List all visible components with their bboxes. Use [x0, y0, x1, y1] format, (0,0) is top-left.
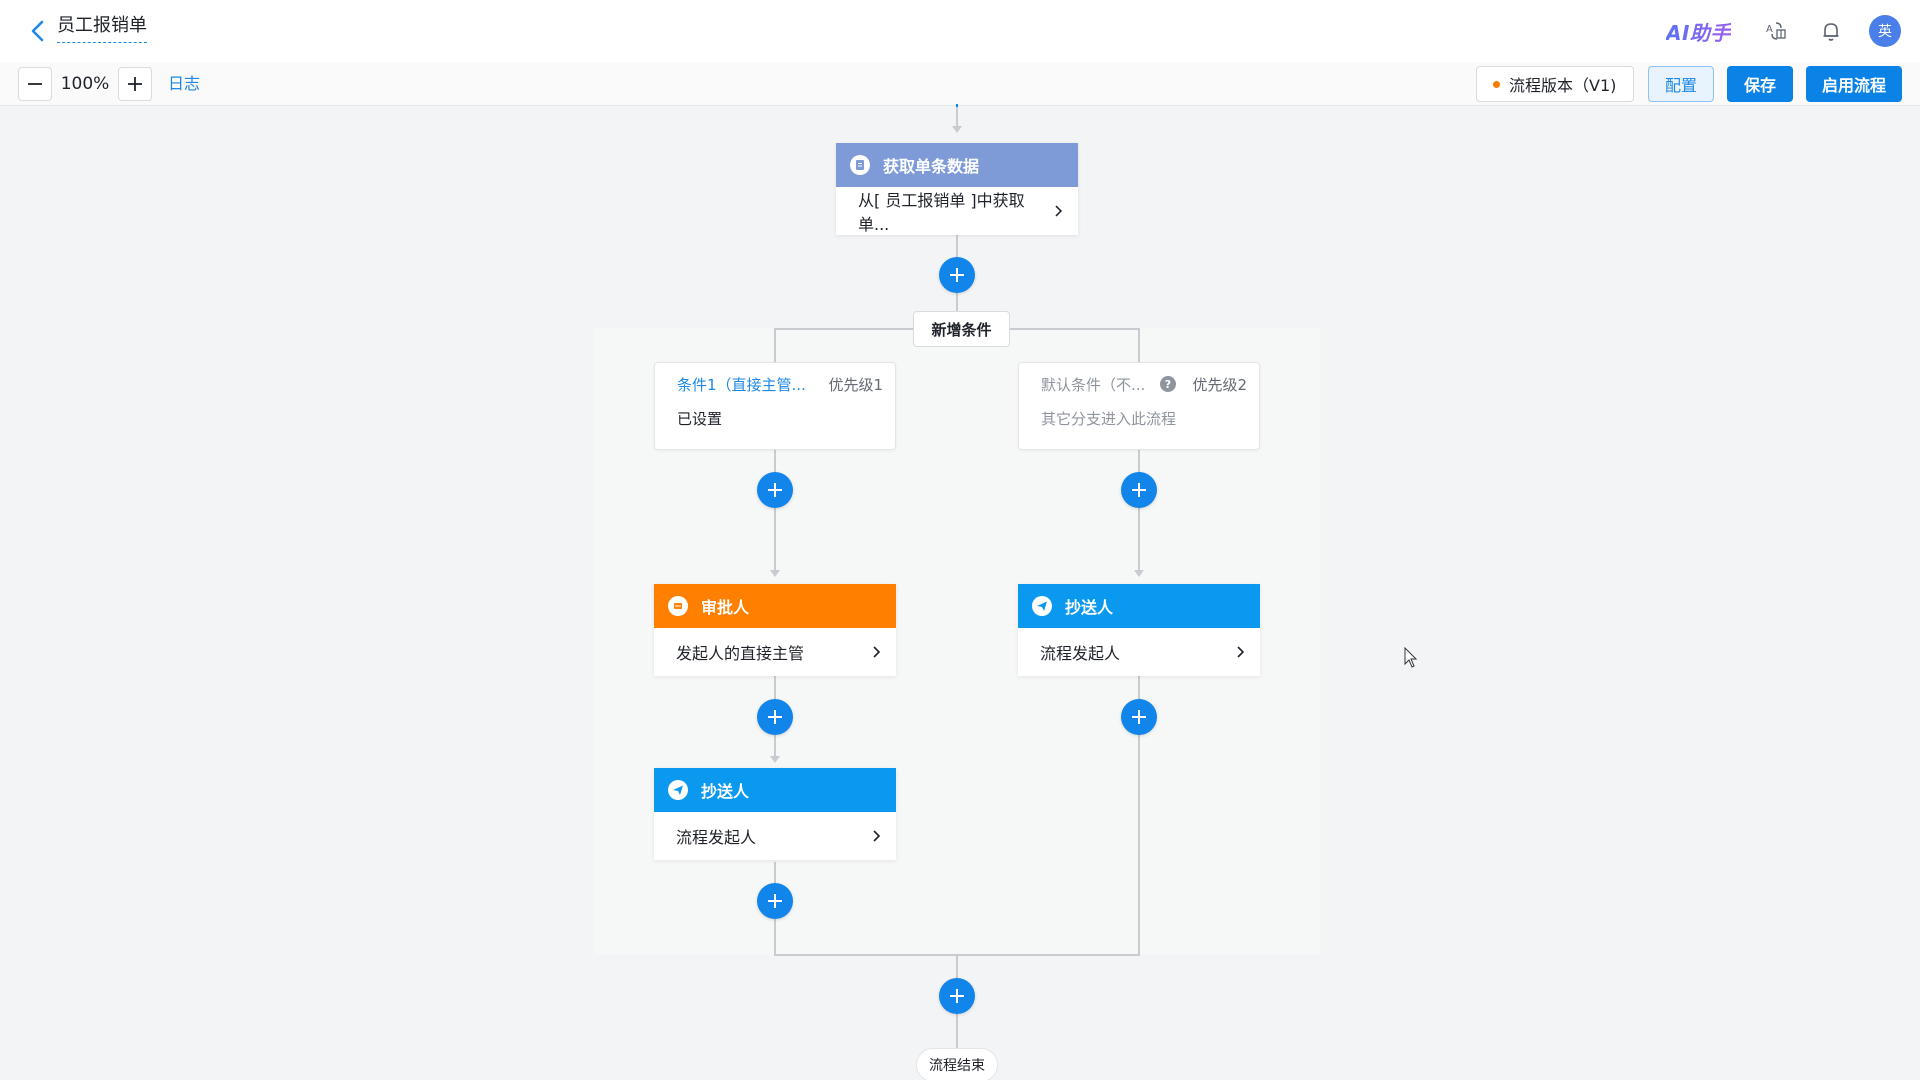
cc-node-body[interactable]: 流程发起人 — [1018, 628, 1260, 676]
version-status-dot — [1493, 80, 1500, 88]
plus-icon — [950, 989, 964, 1003]
stamp-icon — [668, 596, 688, 616]
plus-icon — [950, 268, 964, 282]
config-button[interactable]: 配置 — [1648, 66, 1714, 102]
get-data-node-title: 获取单条数据 — [883, 157, 980, 176]
cc-node-body[interactable]: 流程发起人 — [654, 812, 896, 860]
arrow-down-icon — [1134, 570, 1144, 577]
avatar[interactable]: 英 — [1869, 15, 1901, 47]
send-icon — [668, 780, 688, 800]
cc-node-title: 抄送人 — [701, 782, 750, 801]
plus-icon — [1132, 710, 1146, 724]
add-condition-button[interactable]: 新增条件 — [913, 311, 1010, 347]
page-title[interactable]: 员工报销单 — [57, 14, 147, 43]
enable-flow-button[interactable]: 启用流程 — [1806, 66, 1902, 102]
condition-title: 条件1（直接主管... — [677, 376, 806, 394]
chevron-right-icon — [873, 830, 881, 842]
app-header: 员工报销单 AI助手 A 英 — [0, 0, 1920, 62]
cc-node-detail: 流程发起人 — [676, 828, 757, 847]
add-node-button[interactable] — [1121, 699, 1157, 735]
get-data-node[interactable]: 获取单条数据 从[ 员工报销单 ]中获取单... — [836, 143, 1078, 235]
version-label: 流程版本（V1) — [1509, 76, 1617, 95]
approver-node-header: 审批人 — [654, 584, 896, 628]
zoom-level: 100% — [60, 74, 110, 94]
chevron-right-icon — [873, 646, 881, 658]
flow-end-node: 流程结束 — [916, 1048, 998, 1080]
add-node-button[interactable] — [757, 699, 793, 735]
condition-card-default[interactable]: 默认条件（不... ? 优先级2 其它分支进入此流程 — [1018, 362, 1260, 450]
cc-node-title: 抄送人 — [1065, 598, 1114, 617]
plus-icon — [1132, 483, 1146, 497]
arrow-down-icon — [770, 570, 780, 577]
send-icon — [1032, 596, 1052, 616]
mouse-cursor-icon — [1404, 647, 1418, 668]
plus-icon — [128, 77, 142, 91]
approver-node-body[interactable]: 发起人的直接主管 — [654, 628, 896, 676]
approver-node-title: 审批人 — [701, 598, 750, 617]
plus-icon — [768, 710, 782, 724]
zoom-out-button[interactable] — [18, 67, 52, 101]
approver-node[interactable]: 审批人 发起人的直接主管 — [654, 584, 896, 676]
back-button[interactable] — [24, 17, 52, 45]
get-data-node-header: 获取单条数据 — [836, 143, 1078, 187]
condition-priority: 优先级1 — [828, 376, 883, 394]
cc-node-header: 抄送人 — [1018, 584, 1260, 628]
get-data-node-detail: 从[ 员工报销单 ]中获取单... — [858, 191, 1025, 234]
approver-node-detail: 发起人的直接主管 — [676, 644, 805, 663]
chevron-left-icon — [31, 20, 44, 42]
add-node-button[interactable] — [939, 257, 975, 293]
plus-icon — [768, 483, 782, 497]
version-select[interactable]: 流程版本（V1) — [1476, 66, 1634, 102]
chevron-right-icon — [1055, 205, 1063, 217]
connector-line — [956, 104, 958, 107]
add-node-button[interactable] — [939, 978, 975, 1014]
add-node-button[interactable] — [1121, 472, 1157, 508]
cc-node-detail: 流程发起人 — [1040, 644, 1121, 663]
cc-node-left[interactable]: 抄送人 流程发起人 — [654, 768, 896, 860]
toolbar: 100% 日志 流程版本（V1) 配置 保存 启用流程 — [0, 62, 1920, 106]
ai-helper-label: AI助手 — [1666, 17, 1731, 46]
zoom-in-button[interactable] — [118, 67, 152, 101]
connector-line — [774, 450, 776, 572]
plus-icon — [768, 894, 782, 908]
svg-text:A: A — [1766, 24, 1773, 35]
arrow-down-icon — [952, 126, 962, 133]
add-node-button[interactable] — [757, 883, 793, 919]
bell-icon[interactable] — [1817, 17, 1845, 45]
arrow-down-icon — [770, 756, 780, 763]
save-button[interactable]: 保存 — [1727, 66, 1793, 102]
translate-icon[interactable]: A — [1762, 17, 1790, 45]
minus-icon — [28, 83, 42, 85]
connector-line — [956, 106, 958, 126]
condition-priority: 优先级2 — [1192, 376, 1247, 394]
add-node-button[interactable] — [757, 472, 793, 508]
get-data-node-body[interactable]: 从[ 员工报销单 ]中获取单... — [836, 187, 1078, 235]
flow-canvas[interactable]: 获取单条数据 从[ 员工报销单 ]中获取单... 新增条件 条件1（直接主管..… — [0, 104, 1920, 1080]
condition-desc: 已设置 — [677, 410, 723, 428]
question-icon[interactable]: ? — [1160, 376, 1176, 392]
document-icon — [850, 155, 870, 175]
connector-line — [1138, 450, 1140, 572]
condition-title: 默认条件（不... — [1041, 376, 1146, 394]
chevron-right-icon — [1237, 646, 1245, 658]
condition-card-1[interactable]: 条件1（直接主管... 优先级1 已设置 — [654, 362, 896, 450]
condition-desc: 其它分支进入此流程 — [1041, 410, 1177, 428]
cc-node-header: 抄送人 — [654, 768, 896, 812]
log-link[interactable]: 日志 — [168, 74, 200, 94]
ai-helper-button[interactable]: AI助手 — [1666, 16, 1731, 46]
cc-node-right[interactable]: 抄送人 流程发起人 — [1018, 584, 1260, 676]
